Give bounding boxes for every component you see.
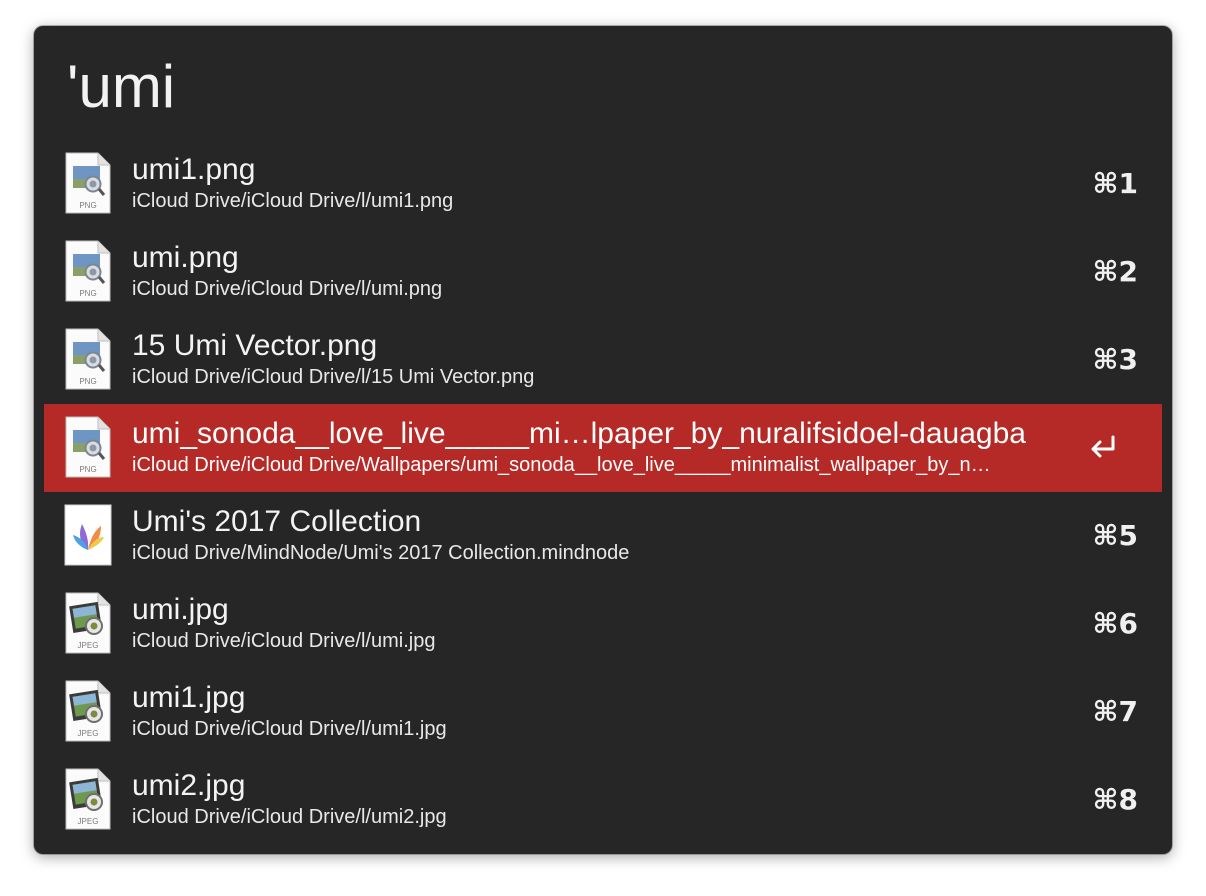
mindnode-document-icon (64, 504, 112, 566)
png-file-icon: PNG (64, 240, 112, 302)
result-row[interactable]: PNG umi1.png iCloud Drive/iCloud Drive/l… (44, 140, 1162, 228)
result-row-selected[interactable]: PNG umi_sonoda__love_live_____mi…lpaper_… (44, 404, 1162, 492)
result-path: iCloud Drive/iCloud Drive/l/15 Umi Vecto… (132, 366, 535, 388)
file-type-label: PNG (79, 377, 96, 386)
result-shortcut: ⌘7 (1092, 695, 1138, 728)
file-type-label: PNG (79, 465, 96, 474)
result-shortcut: ⌘8 (1092, 783, 1138, 816)
jpeg-file-icon: JPEG (64, 680, 112, 742)
file-type-label: JPEG (78, 729, 99, 738)
jpeg-file-icon: JPEG (64, 592, 112, 654)
result-path: iCloud Drive/iCloud Drive/l/umi1.jpg (132, 718, 447, 740)
result-shortcut: ⌘2 (1092, 255, 1138, 288)
result-path: iCloud Drive/iCloud Drive/l/umi1.png (132, 190, 454, 212)
launcher-window: 'umi PNG umi1.png iCloud Drive/iCloud Dr… (34, 26, 1172, 854)
result-row[interactable]: JPEG umi1.jpg iCloud Drive/iCloud Drive/… (44, 668, 1162, 756)
png-file-icon: PNG (64, 416, 112, 478)
png-file-icon: PNG (64, 328, 112, 390)
result-shortcut: ⌘5 (1092, 519, 1138, 552)
result-title: 15 Umi Vector.png (132, 329, 378, 362)
result-path: iCloud Drive/MindNode/Umi's 2017 Collect… (132, 542, 630, 564)
search-query-field[interactable]: 'umi (67, 52, 1127, 122)
result-row[interactable]: Umi's 2017 Collection iCloud Drive/MindN… (44, 492, 1162, 580)
result-shortcut: ⌘1 (1092, 167, 1138, 200)
result-row[interactable]: JPEG umi.jpg iCloud Drive/iCloud Drive/l… (44, 580, 1162, 668)
result-shortcut: ⌘6 (1092, 607, 1138, 640)
png-file-icon: PNG (64, 152, 112, 214)
result-title: umi.png (132, 241, 239, 274)
result-title: umi_sonoda__love_live_____mi…lpaper_by_n… (132, 417, 1026, 450)
result-path: iCloud Drive/iCloud Drive/l/umi2.jpg (132, 806, 447, 828)
result-path: iCloud Drive/iCloud Drive/Wallpapers/umi… (132, 454, 991, 476)
result-title: umi.jpg (132, 593, 229, 626)
result-title: Umi's 2017 Collection (132, 505, 422, 538)
result-title: umi1.jpg (132, 681, 246, 714)
result-shortcut: ⌘3 (1092, 343, 1138, 376)
result-path: iCloud Drive/iCloud Drive/l/umi.jpg (132, 630, 436, 652)
return-icon (1086, 431, 1120, 465)
file-type-label: PNG (79, 201, 96, 210)
result-row[interactable]: PNG umi.png iCloud Drive/iCloud Drive/l/… (44, 228, 1162, 316)
result-row[interactable]: JPEG umi2.jpg iCloud Drive/iCloud Drive/… (44, 756, 1162, 844)
file-type-label: JPEG (78, 641, 99, 650)
result-row[interactable]: PNG 15 Umi Vector.png iCloud Drive/iClou… (44, 316, 1162, 404)
result-title: umi1.png (132, 153, 256, 186)
jpeg-file-icon: JPEG (64, 768, 112, 830)
result-path: iCloud Drive/iCloud Drive/l/umi.png (132, 278, 443, 300)
results-list: PNG umi1.png iCloud Drive/iCloud Drive/l… (44, 140, 1162, 844)
file-type-label: JPEG (78, 817, 99, 826)
file-type-label: PNG (79, 289, 96, 298)
result-title: umi2.jpg (132, 769, 246, 802)
